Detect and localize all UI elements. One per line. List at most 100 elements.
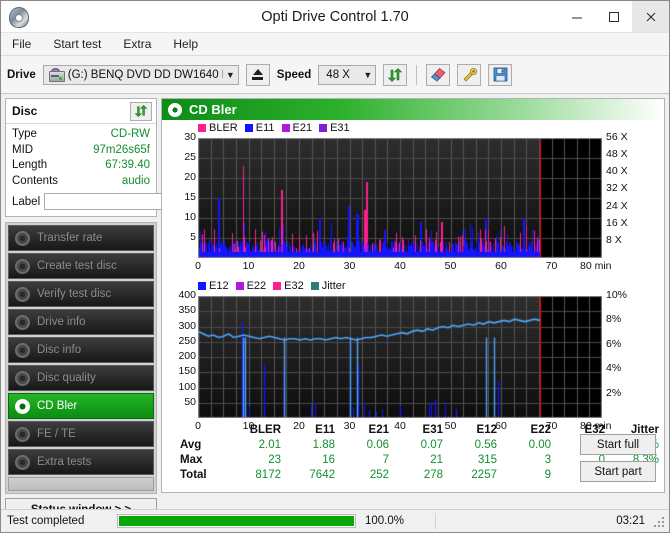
table-cell: 2257	[471, 468, 497, 481]
sidebar-item-verify-test-disc[interactable]: Verify test disc	[8, 281, 154, 307]
legend-swatch	[281, 124, 290, 132]
disc-row-type: Type CD-RW	[12, 127, 150, 143]
toolbar: Drive (G:) BENQ DVD DD DW1640 BSRB ▼ Spe…	[1, 56, 669, 94]
save-button[interactable]	[488, 63, 513, 86]
progress-bar-fill	[119, 516, 354, 526]
disc-test-icon	[15, 258, 30, 274]
start-part-button[interactable]: Start part	[580, 461, 656, 482]
refresh-button[interactable]	[383, 63, 408, 86]
sidebar-item-disc-info[interactable]: Disc info	[8, 337, 154, 363]
disc-row-key: MID	[12, 143, 34, 156]
disc-panel-header: Disc	[6, 99, 156, 124]
axis-tick-label: 350	[178, 304, 196, 317]
axis-tick-label: 48 X	[606, 148, 628, 161]
erase-button[interactable]	[426, 63, 451, 86]
status-bar: Test completed 100.0% 03:21	[1, 509, 669, 532]
axis-tick-label: 10	[242, 260, 255, 272]
sidebar-item-drive-info[interactable]: Drive info	[8, 309, 154, 335]
disc-row-mid: MID 97m26s65f	[12, 143, 150, 159]
cd-bler-e12-jitter-chart[interactable]	[198, 296, 602, 418]
legend-swatch	[310, 282, 319, 290]
axis-tick-label: 30	[343, 420, 356, 432]
axis-tick-label: 40	[394, 260, 406, 272]
disc-row-value: CD-RW	[110, 128, 150, 140]
sidebar-item-disc-quality[interactable]: Disc quality	[8, 365, 154, 391]
menu-item-extra[interactable]: Extra	[120, 35, 154, 53]
axis-tick-label: 250	[178, 334, 196, 347]
axis-tick-label: 10	[242, 420, 255, 432]
menu-item-help[interactable]: Help	[170, 35, 201, 53]
page-title: CD Bler	[189, 102, 237, 117]
table-cell: 16	[322, 453, 335, 466]
legend-entry: E22	[235, 280, 267, 292]
axis-tick-label: 80 min	[580, 420, 612, 432]
axis-tick-label: 50	[184, 395, 196, 408]
start-full-button[interactable]: Start full	[580, 434, 656, 455]
row-label: Total	[180, 468, 207, 481]
disc-refresh-button[interactable]	[130, 101, 152, 121]
cd-bler-chart[interactable]	[198, 138, 602, 258]
legend-swatch	[198, 124, 206, 132]
drive-icon	[48, 68, 65, 82]
sidebar-item-extra-tests[interactable]: Extra tests	[8, 449, 154, 475]
sidebar-item-create-test-disc[interactable]: Create test disc	[8, 253, 154, 279]
legend-label: E12	[209, 280, 229, 292]
sidebar-item-label: Disc info	[37, 344, 82, 356]
legend-swatch	[273, 282, 282, 290]
chart-legend-top: BLER E11 E21 E31	[198, 122, 354, 134]
menu-bar: File Start test Extra Help	[1, 33, 669, 56]
status-divider	[435, 513, 436, 529]
table-cell: 0.07	[420, 438, 443, 451]
sidebar-item-label: FE / TE	[37, 428, 76, 440]
cd-bler-card: CD Bler BLER E11 E21 E31 E12 E22 E32 Jitter	[161, 98, 665, 493]
axis-tick-label: 400	[178, 289, 196, 301]
table-cell: 7642	[309, 468, 335, 481]
sidebar-item-label: Verify test disc	[37, 288, 112, 300]
left-sidebar: Disc Type CD-RW MID 97m26s65f Length 67:…	[1, 94, 214, 521]
legend-label: E31	[330, 122, 350, 134]
axis-tick-label: 300	[178, 319, 196, 332]
disc-test-icon	[15, 314, 30, 330]
disc-test-icon	[168, 102, 182, 117]
resize-grip[interactable]	[654, 517, 666, 529]
legend-entry: E11	[244, 122, 275, 134]
axis-tick-label: 20	[293, 420, 305, 432]
eject-button[interactable]	[245, 63, 270, 86]
refresh-icon	[388, 67, 403, 82]
legend-label: E22	[246, 280, 267, 292]
test-nav-list: Transfer rate Create test disc Verify te…	[5, 222, 157, 494]
progress-percent: 100.0%	[365, 515, 405, 527]
drive-select[interactable]: (G:) BENQ DVD DD DW1640 BSRB ▼	[42, 64, 239, 85]
chevron-down-icon: ▼	[363, 69, 373, 80]
table-cell: 9	[544, 468, 551, 481]
row-label: Avg	[180, 438, 202, 451]
sidebar-item-fe-te[interactable]: FE / TE	[8, 421, 154, 447]
axis-tick-label: 50	[444, 260, 457, 272]
sidebar-item-label: Create test disc	[37, 260, 117, 272]
table-cell: 315	[477, 453, 497, 466]
drive-label: Drive	[7, 68, 36, 81]
legend-label: Jitter	[321, 280, 346, 292]
menu-item-start-test[interactable]: Start test	[50, 35, 104, 53]
axis-tick-label: 150	[178, 365, 196, 378]
sidebar-item-cd-bler[interactable]: CD Bler	[8, 393, 154, 419]
menu-item-file[interactable]: File	[9, 35, 34, 53]
tools-button[interactable]	[457, 63, 482, 86]
axis-tick-label: 80 min	[580, 260, 612, 272]
table-cell: 0.56	[474, 438, 497, 451]
table-cell: 3	[544, 453, 551, 466]
row-label: Max	[180, 453, 203, 466]
drive-select-value: (G:) BENQ DVD DD DW1640 BSRB	[67, 68, 223, 81]
legend-label: E32	[284, 280, 304, 292]
table-cell: 21	[430, 453, 443, 466]
sidebar-item-transfer-rate[interactable]: Transfer rate	[8, 225, 154, 251]
disc-test-icon	[15, 286, 30, 302]
axis-tick-label: 60	[495, 260, 507, 272]
table-cell: 1.88	[312, 438, 335, 451]
axis-tick-label: 60	[495, 420, 507, 432]
speed-select[interactable]: 48 X ▼	[318, 64, 377, 85]
legend-entry: E32	[273, 280, 304, 292]
chevron-down-icon: ▼	[225, 69, 235, 80]
table-cell: 23	[268, 453, 281, 466]
legend-entry: E31	[319, 122, 350, 134]
